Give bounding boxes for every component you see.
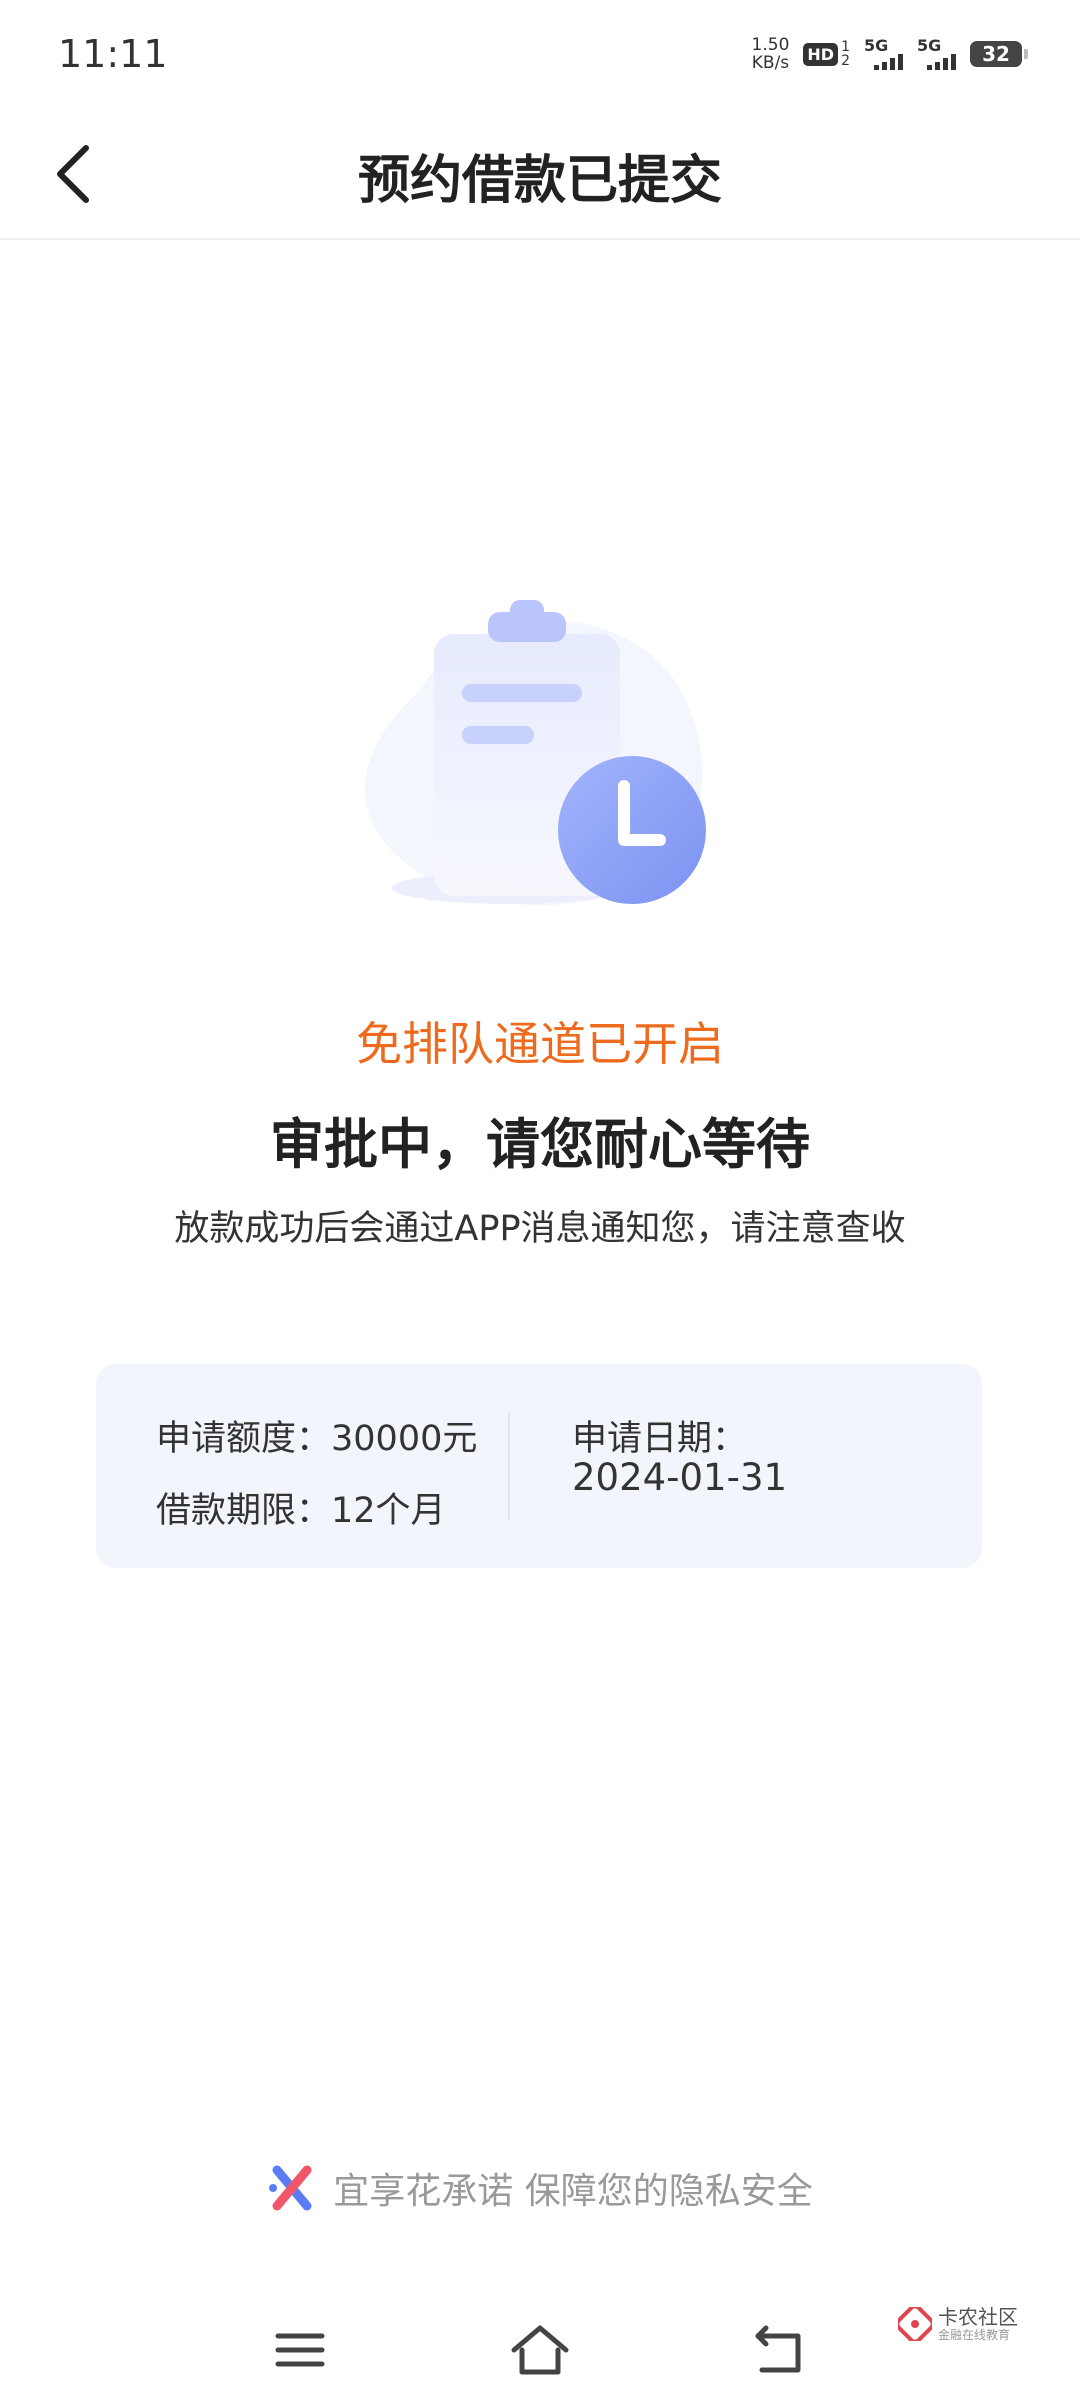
fast-lane-text: 免排队通道已开启	[356, 1017, 724, 1071]
signal-1-label: 5G	[864, 36, 889, 55]
yixianghua-logo-icon	[269, 2165, 312, 2211]
hd-sub-bottom: 2	[841, 53, 850, 69]
date-value: 2024-01-31	[572, 1456, 788, 1499]
kanong-watermark: 卡农社区 金融在线教育	[898, 2306, 1018, 2342]
watermark-title: 卡农社区	[938, 2305, 1018, 2329]
status-icons: 1.50 KB/s HD 1 2 5G 5G 32	[752, 36, 1028, 72]
signal-icon-2: 5G	[917, 38, 956, 70]
page-title: 预约借款已提交	[357, 151, 722, 211]
term-row: 借款期限：12个月	[156, 1482, 446, 1533]
amount-value: 30000元	[331, 1419, 478, 1459]
hd-sub: 1 2	[841, 40, 850, 68]
clipboard-clock-illustration	[350, 590, 730, 930]
notice-text: 放款成功后会通过APP消息通知您，请注意查收	[174, 1209, 906, 1249]
nav-back-button[interactable]	[750, 2320, 810, 2380]
signal-2-label: 5G	[917, 36, 942, 55]
card-divider	[508, 1412, 510, 1520]
status-bar: 11:11 1.50 KB/s HD 1 2 5G 5G 32	[0, 0, 1080, 110]
menu-icon	[275, 2333, 325, 2367]
home-icon	[511, 2325, 569, 2375]
network-speed-value: 1.50	[751, 35, 790, 55]
kanong-logo-icon	[898, 2307, 932, 2341]
approving-text: 审批中，请您耐心等待	[270, 1113, 810, 1176]
amount-row: 申请额度：30000元	[156, 1410, 477, 1461]
battery-icon: 32	[970, 41, 1028, 67]
network-speed-unit: KB/s	[751, 53, 790, 73]
hd-label: HD	[803, 42, 839, 66]
signal-1-bars	[874, 54, 903, 70]
term-label: 借款期限：	[156, 1491, 332, 1531]
status-time: 11:11	[58, 32, 168, 76]
hd-voice-icon: HD 1 2	[803, 40, 850, 68]
amount-label: 申请额度：	[156, 1419, 332, 1459]
network-speed: 1.50 KB/s	[752, 36, 790, 72]
loan-info-card: 申请额度：30000元 借款期限：12个月 申请日期： 2024-01-31	[96, 1364, 982, 1568]
signal-2-bars	[927, 54, 956, 70]
back-arrow-icon	[755, 2325, 801, 2373]
date-label: 申请日期：	[572, 1419, 748, 1459]
signal-icon-1: 5G	[864, 38, 903, 70]
term-value: 12个月	[331, 1491, 446, 1531]
privacy-promise: 宜享花承诺 保障您的隐私安全	[0, 2162, 1080, 2214]
nav-menu-button[interactable]	[270, 2320, 330, 2380]
watermark-text: 卡农社区 金融在线教育	[938, 2306, 1018, 2342]
watermark-subtitle: 金融在线教育	[938, 2328, 1011, 2342]
privacy-promise-text: 宜享花承诺 保障您的隐私安全	[333, 2171, 813, 2212]
nav-home-button[interactable]	[510, 2320, 570, 2380]
page-header: 预约借款已提交	[0, 110, 1080, 240]
